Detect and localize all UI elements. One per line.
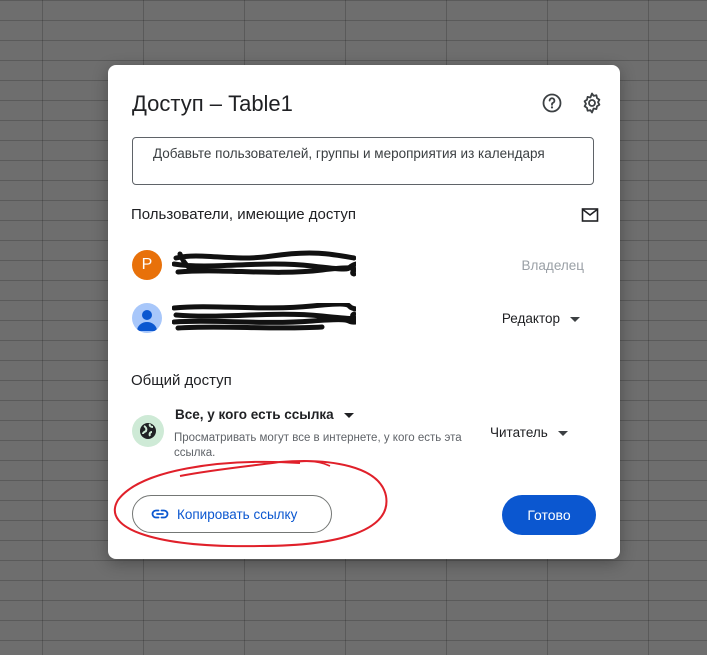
share-dialog: Доступ – Table1 Добавьте пользователей, … [108,65,620,559]
copy-link-label: Копировать ссылку [177,506,298,522]
dialog-title: Доступ – Table1 [132,91,293,116]
chevron-down-icon [557,430,568,436]
avatar: P [132,250,162,280]
person-row-editor: Редактор [132,301,596,337]
done-button[interactable]: Готово [502,495,596,535]
general-access-dropdown[interactable]: Все, у кого есть ссылка [175,407,354,422]
chevron-down-icon [570,316,580,322]
editor-role-dropdown[interactable]: Редактор [502,311,580,326]
mail-icon[interactable] [580,205,600,225]
chevron-down-icon [343,412,354,418]
general-role-dropdown[interactable]: Читатель [490,425,568,440]
people-section-title: Пользователи, имеющие доступ [131,206,357,223]
general-role-label: Читатель [490,425,548,440]
copy-link-button[interactable]: Копировать ссылку [132,495,332,533]
redacted-name [172,303,356,331]
help-circle-icon[interactable] [540,91,564,115]
add-people-input[interactable]: Добавьте пользователей, группы и меропри… [132,137,594,185]
general-access-title: Общий доступ [131,372,232,389]
editor-role-label: Редактор [501,311,560,326]
owner-role-label: Владелец [521,258,584,273]
globe-icon [132,415,164,447]
person-icon [137,310,157,331]
general-access-scope: Все, у кого есть ссылка [175,407,334,422]
redacted-name [172,250,356,277]
link-icon [151,509,169,519]
avatar [132,303,162,333]
gear-icon[interactable] [580,91,604,115]
person-row-owner: P Владелец [132,248,596,284]
general-access-description: Просматривать могут все в интернете, у к… [174,432,462,457]
